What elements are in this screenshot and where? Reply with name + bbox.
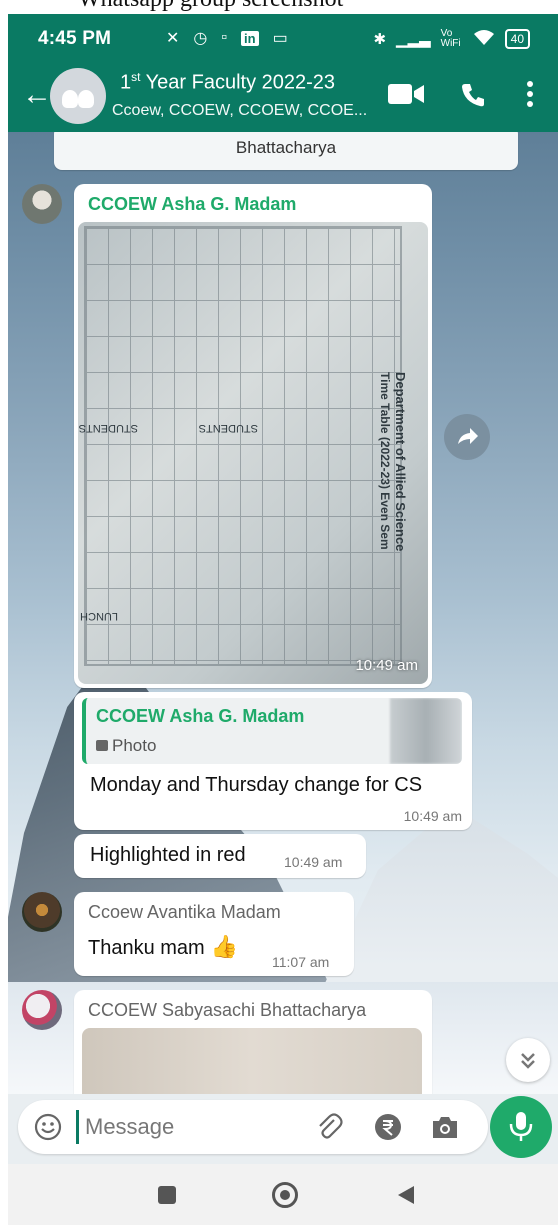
message-input-pill[interactable] [18, 1100, 488, 1154]
photo-text: Time Table (2022-23) Even Sem [378, 372, 392, 550]
forward-arrow-icon [458, 428, 478, 444]
battery-indicator: 40 [504, 29, 530, 49]
video-call-icon[interactable] [388, 82, 424, 111]
system-navigation-bar [8, 1164, 558, 1225]
avatar-person-icon [78, 90, 94, 108]
system-message: Bhattacharya [54, 132, 518, 170]
more-options-icon[interactable] [526, 80, 534, 113]
vowifi-label: Vo WiFi [440, 28, 461, 49]
bluetooth-icon: ✱ [373, 31, 387, 48]
photo-message-bubble[interactable]: CCOEW Asha G. Madam Department of Allied… [74, 184, 432, 688]
avatar[interactable] [22, 990, 62, 1030]
payment-icon[interactable] [374, 1113, 402, 1146]
message-sender: CCOEW Sabyasachi Bhattacharya [88, 1000, 367, 1020]
message-time: 10:49 am [355, 657, 418, 674]
caption-text: Whatsapp group screenshot [78, 0, 343, 13]
caption-strip: Whatsapp group screenshot [0, 0, 558, 14]
photo-icon [96, 740, 108, 751]
chat-header: 4:45 PM ✕ ◷ ▫ in ▭ ✱ ▁▂▃ Vo WiFi 40 ← 1s… [8, 14, 558, 132]
photo-message-bubble[interactable]: CCOEW Sabyasachi Bhattacharya [74, 990, 432, 1094]
home-dot [280, 1190, 290, 1200]
microphone-icon [509, 1112, 533, 1141]
avatar[interactable] [22, 892, 62, 932]
mute-icon: ✕ [166, 30, 180, 47]
thumbs-up-icon: 👍 [204, 934, 239, 959]
quoted-sender: CCOEW Asha G. Madam [96, 706, 305, 726]
photo-text: STUDENTS [198, 422, 258, 434]
home-button[interactable] [272, 1182, 298, 1208]
notification-icon: ▫ [221, 29, 228, 46]
signal-icon: ▁▂▃ [396, 31, 431, 48]
quoted-thumbnail [390, 698, 462, 764]
status-time: 4:45 PM [38, 28, 112, 49]
camera-icon[interactable] [430, 1113, 460, 1146]
status-notification-icons: ✕ ◷ ▫ in ▭ [166, 28, 288, 48]
reply-message-bubble[interactable]: CCOEW Asha G. Madam Photo Monday and Thu… [74, 692, 472, 830]
message-time: 10:49 am [284, 854, 343, 870]
message-text: Thanku mam 👍 [88, 934, 239, 959]
text-message-bubble[interactable]: Ccoew Avantika Madam Thanku mam 👍 11:07 … [74, 892, 354, 976]
message-sender: Ccoew Avantika Madam [88, 902, 281, 922]
attach-icon[interactable] [314, 1112, 344, 1147]
message-input[interactable] [76, 1110, 296, 1144]
text-message-bubble[interactable]: Highlighted in red 10:49 am [74, 834, 366, 878]
wifi-icon [473, 28, 495, 50]
quoted-type: Photo [96, 736, 156, 756]
voice-call-icon[interactable] [460, 82, 486, 113]
voice-record-button[interactable] [490, 1096, 552, 1158]
timetable-grid [84, 226, 402, 666]
photo-text: STUDENTS [78, 422, 138, 434]
message-text: Highlighted in red [90, 844, 246, 866]
back-button[interactable] [396, 1184, 416, 1211]
photo-preview[interactable] [82, 1028, 422, 1094]
avatar[interactable] [22, 184, 62, 224]
screen-icon: ▭ [272, 30, 288, 47]
alarm-icon: ◷ [193, 30, 208, 47]
photo-text: LUNCH BREAK [78, 610, 118, 622]
back-arrow-icon[interactable]: ← [22, 80, 52, 110]
chat-area[interactable]: Bhattacharya CCOEW Asha G. Madam Departm… [8, 132, 558, 1094]
message-time: 11:07 am [272, 954, 330, 970]
quoted-message[interactable]: CCOEW Asha G. Madam Photo [82, 698, 462, 764]
scroll-to-bottom-button[interactable] [506, 1038, 550, 1082]
timetable-photo[interactable]: Department of Allied Science Time Table … [78, 222, 428, 684]
photo-text: Department of Allied Science [393, 372, 408, 552]
avatar-person-icon [62, 90, 78, 108]
forward-button[interactable] [444, 414, 490, 460]
linkedin-icon: in [241, 30, 259, 46]
chat-subtitle[interactable]: Ccoew, CCOEW, CCOEW, CCOE... [112, 102, 367, 120]
message-text: Monday and Thursday change for CS [90, 774, 423, 796]
double-chevron-down-icon [521, 1053, 535, 1069]
message-composer [8, 1094, 558, 1164]
status-system-icons: ✱ ▁▂▃ Vo WiFi 40 [373, 28, 530, 50]
message-time: 10:49 am [403, 808, 462, 824]
group-avatar[interactable] [50, 68, 106, 124]
chat-title[interactable]: 1st Year Faculty 2022-23 [120, 70, 335, 95]
recent-apps-button[interactable] [158, 1186, 176, 1204]
emoji-icon[interactable] [34, 1113, 62, 1146]
message-sender: CCOEW Asha G. Madam [88, 194, 297, 214]
